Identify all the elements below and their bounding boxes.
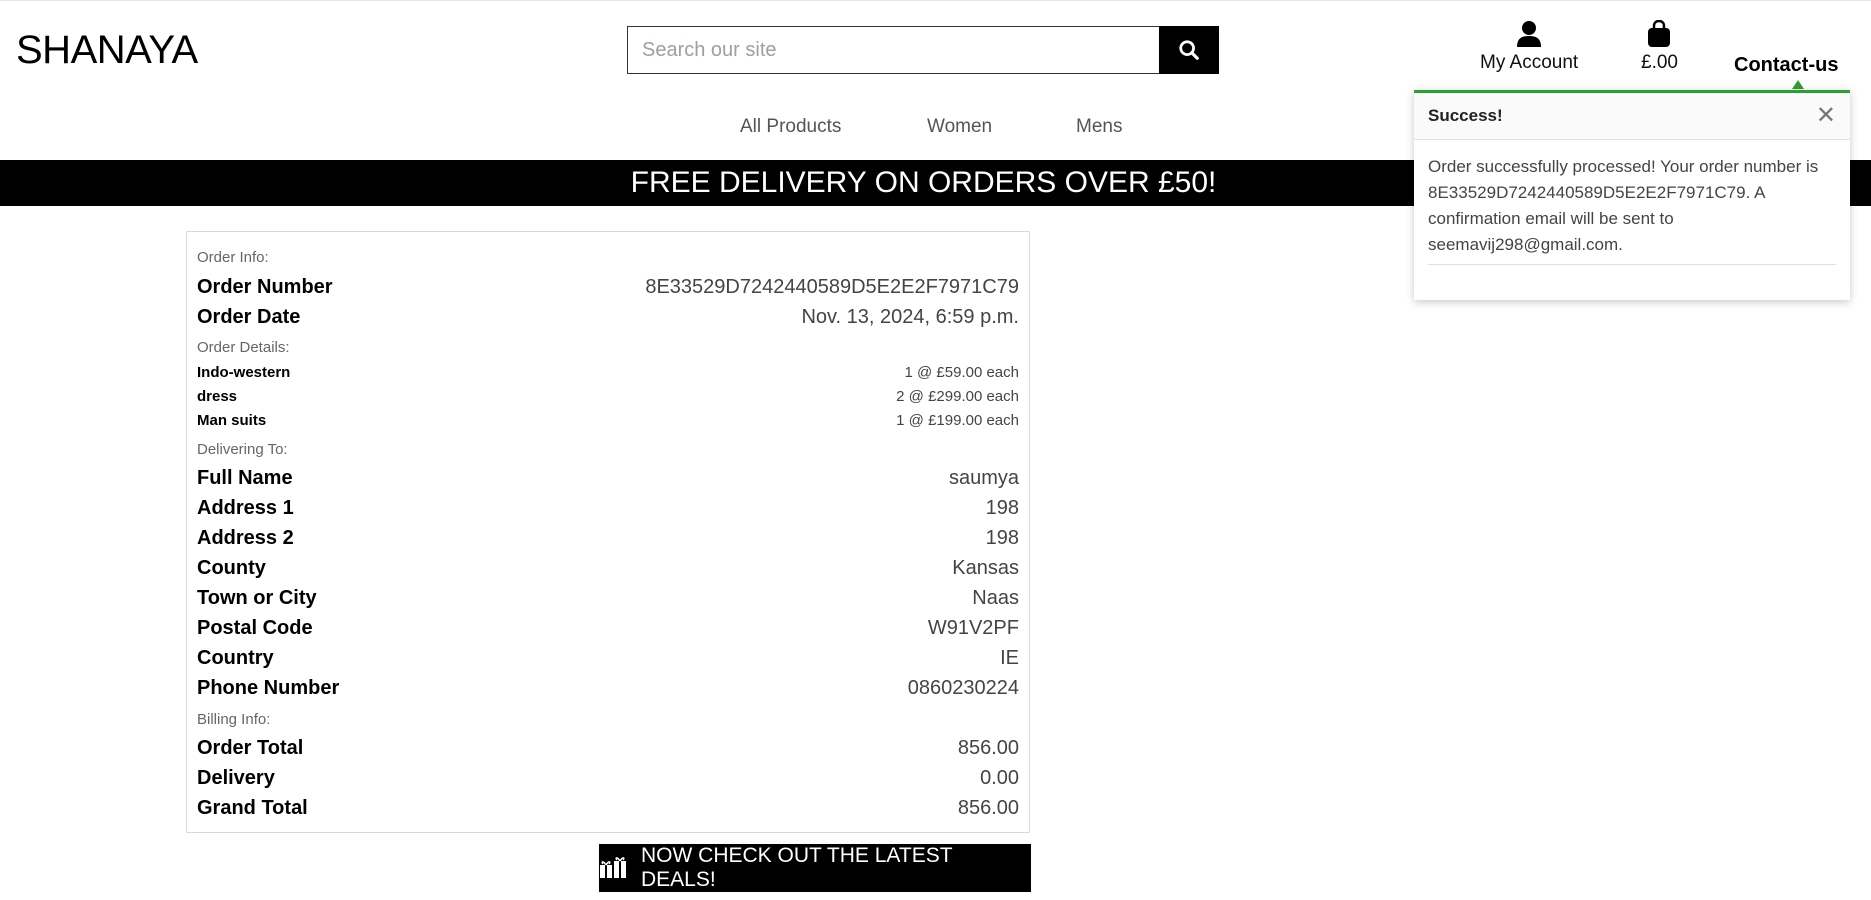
delivery-field-label: Phone Number: [197, 677, 340, 699]
contact-us-link[interactable]: Contact-us: [1734, 54, 1838, 77]
shopping-bag-icon: [1648, 20, 1671, 47]
order-number-value: 8E33529D7242440589D5E2E2F7971C79: [645, 276, 1019, 298]
site-logo[interactable]: SHANAYA: [16, 28, 198, 73]
delivery-field-label: Town or City: [197, 587, 317, 609]
delivery-field-label: Full Name: [197, 467, 293, 489]
search-icon: [1179, 40, 1199, 60]
toast-message: Order successfully processed! Your order…: [1428, 157, 1819, 254]
top-border: [0, 0, 1871, 1]
line-item-name: dress: [197, 388, 238, 405]
line-item: Man suits 1 @ £199.00 each: [197, 412, 1019, 429]
my-account-label: My Account: [1480, 52, 1579, 73]
line-item: Indo-western 1 @ £59.00 each: [197, 364, 1019, 381]
order-info-label: Order Info:: [197, 249, 269, 266]
delivery-field-value: IE: [1000, 647, 1019, 669]
order-details-label: Order Details:: [197, 339, 290, 356]
nav-mens[interactable]: Mens: [1076, 116, 1122, 138]
order-summary: Order Info: Order Number 8E33529D7242440…: [186, 231, 1030, 833]
order-date-label: Order Date: [197, 306, 301, 328]
search-input[interactable]: [627, 26, 1159, 74]
line-item-qty-price: 1 @ £59.00 each: [904, 364, 1019, 381]
delivery-field-value: Naas: [972, 587, 1019, 609]
delivering-to-label: Delivering To:: [197, 441, 288, 458]
delivery-field-value: 0860230224: [907, 677, 1019, 699]
billing-field-label: Delivery: [197, 767, 275, 789]
billing-field-value: 856.00: [957, 797, 1019, 819]
close-icon[interactable]: ✕: [1816, 104, 1836, 128]
order-date-row: Order Date Nov. 13, 2024, 6:59 p.m.: [197, 306, 1019, 329]
billing-row: Order Total 856.00: [197, 737, 1019, 760]
gifts-icon: [599, 857, 627, 879]
order-number-label: Order Number: [197, 276, 333, 298]
delivery-row: County Kansas: [197, 557, 1019, 580]
delivery-row: Address 2 198: [197, 527, 1019, 550]
delivery-field-label: Address 1: [197, 497, 294, 519]
billing-info-label: Billing Info:: [197, 711, 271, 728]
toast-divider: [1428, 264, 1836, 265]
delivery-row: Town or City Naas: [197, 587, 1019, 610]
order-number-row: Order Number 8E33529D7242440589D5E2E2F79…: [197, 276, 1019, 299]
delivery-field-label: Postal Code: [197, 617, 313, 639]
line-item-qty-price: 1 @ £199.00 each: [896, 412, 1019, 429]
free-delivery-text: FREE DELIVERY ON ORDERS OVER £50!: [630, 166, 1217, 199]
user-icon: [1517, 21, 1542, 47]
billing-field-label: Grand Total: [197, 797, 308, 819]
shopping-bag-link[interactable]: £.00: [1641, 20, 1678, 74]
toast-header: Success! ✕: [1414, 93, 1850, 140]
toast-title: Success!: [1428, 106, 1503, 125]
delivery-field-value: 198: [985, 527, 1019, 549]
line-item-name: Indo-western: [197, 364, 291, 381]
billing-field-value: 856.00: [957, 737, 1019, 759]
order-date-value: Nov. 13, 2024, 6:59 p.m.: [801, 306, 1019, 328]
delivery-row: Address 1 198: [197, 497, 1019, 520]
delivery-field-value: saumya: [948, 467, 1019, 489]
latest-deals-label: NOW CHECK OUT THE LATEST DEALS!: [641, 844, 953, 891]
billing-field-label: Order Total: [197, 737, 304, 759]
latest-deals-button[interactable]: NOW CHECK OUT THE LATEST DEALS!: [599, 844, 1031, 892]
bag-total: £.00: [1641, 52, 1678, 73]
search-form: [627, 26, 1219, 74]
delivery-field-value: W91V2PF: [927, 617, 1019, 639]
banner-tail: [1850, 160, 1871, 206]
delivery-field-value: Kansas: [952, 557, 1019, 579]
search-button[interactable]: [1159, 26, 1219, 74]
nav-all-products[interactable]: All Products: [740, 116, 841, 138]
line-item-qty-price: 2 @ £299.00 each: [896, 388, 1019, 405]
line-item-name: Man suits: [197, 412, 267, 429]
delivery-row: Full Name saumya: [197, 467, 1019, 490]
billing-row: Grand Total 856.00: [197, 797, 1019, 820]
delivery-field-label: County: [197, 557, 266, 579]
delivery-row: Postal Code W91V2PF: [197, 617, 1019, 640]
delivery-field-label: Country: [197, 647, 274, 669]
nav-women[interactable]: Women: [927, 116, 992, 138]
success-toast: Success! ✕ Order successfully processed!…: [1414, 90, 1850, 300]
my-account-link[interactable]: My Account: [1480, 20, 1578, 74]
toast-pointer: [1792, 80, 1804, 89]
delivery-field-label: Address 2: [197, 527, 294, 549]
billing-row: Delivery 0.00: [197, 767, 1019, 790]
billing-field-value: 0.00: [980, 767, 1019, 789]
delivery-row: Phone Number 0860230224: [197, 677, 1019, 700]
delivery-field-value: 198: [985, 497, 1019, 519]
line-item: dress 2 @ £299.00 each: [197, 388, 1019, 405]
delivery-row: Country IE: [197, 647, 1019, 670]
